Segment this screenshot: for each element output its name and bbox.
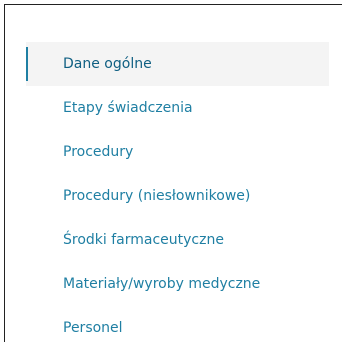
nav-item-materialy-wyroby-medyczne[interactable]: Materiały/wyroby medyczne	[26, 262, 329, 306]
nav-item-label: Personel	[63, 320, 123, 336]
nav-item-label: Procedury (niesłownikowe)	[63, 188, 251, 204]
nav-item-label: Dane ogólne	[63, 56, 152, 72]
nav-item-personel[interactable]: Personel	[26, 306, 329, 350]
nav-item-label: Materiały/wyroby medyczne	[63, 276, 261, 292]
nav-item-label: Środki farmaceutyczne	[63, 232, 224, 248]
nav-item-srodki-farmaceutyczne[interactable]: Środki farmaceutyczne	[26, 218, 329, 262]
nav-item-dane-ogolne[interactable]: Dane ogólne	[26, 42, 329, 86]
nav-item-etapy-swiadczenia[interactable]: Etapy świadczenia	[26, 86, 329, 130]
nav-item-procedury-nieslownikowe[interactable]: Procedury (niesłownikowe)	[26, 174, 329, 218]
side-navigation: Dane ogólne Etapy świadczenia Procedury …	[26, 42, 329, 350]
nav-item-label: Etapy świadczenia	[63, 100, 193, 116]
panel-frame: Dane ogólne Etapy świadczenia Procedury …	[4, 4, 342, 342]
nav-item-label: Procedury	[63, 144, 134, 160]
nav-item-procedury[interactable]: Procedury	[26, 130, 329, 174]
